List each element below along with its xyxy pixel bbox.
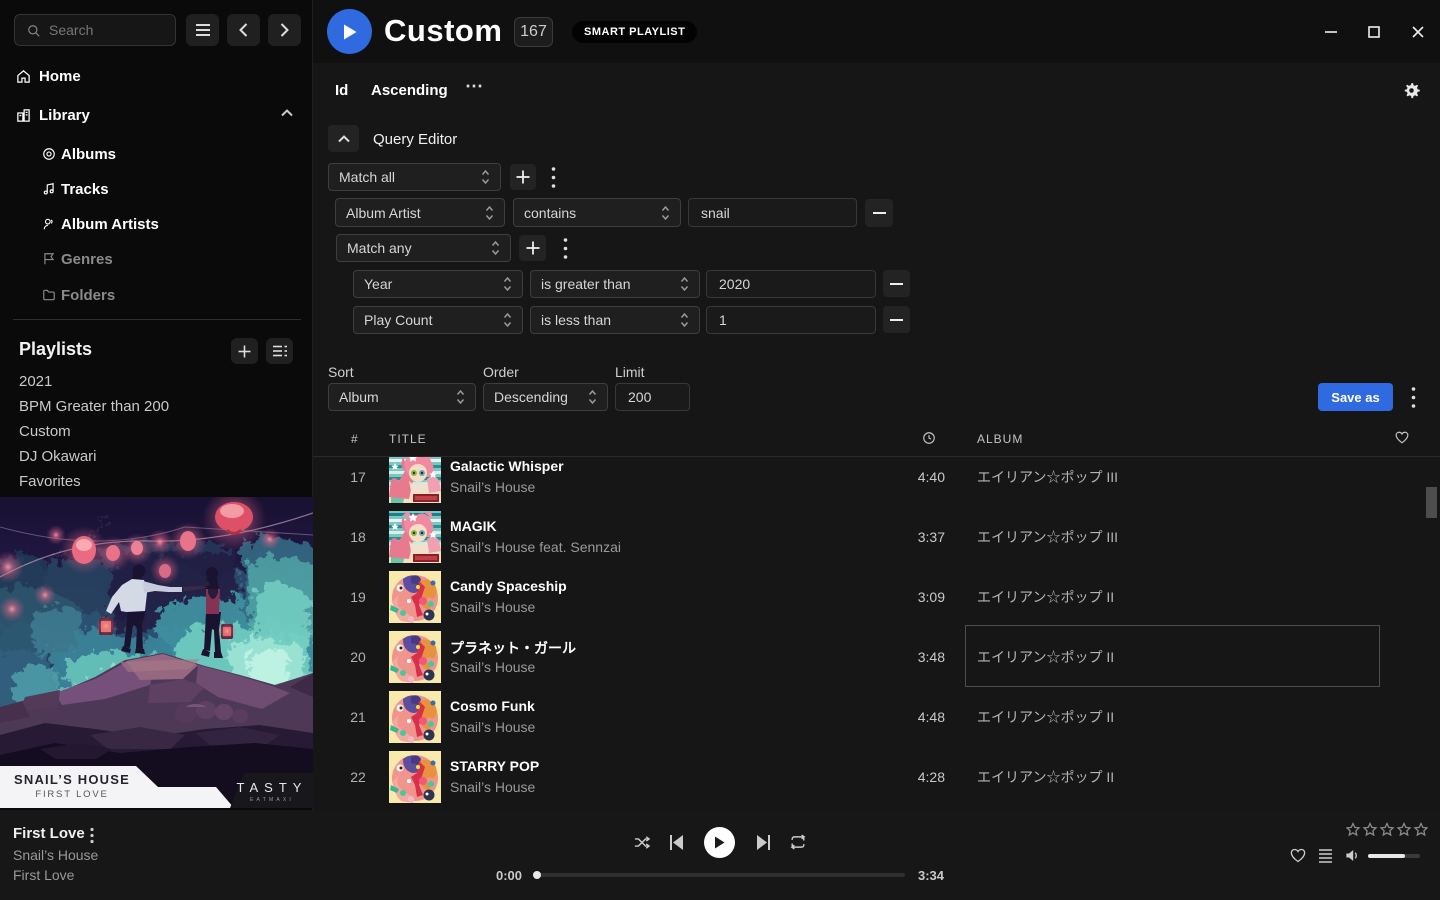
svg-text:FIRST LOVE: FIRST LOVE xyxy=(35,789,108,800)
svg-text:EATMAXI: EATMAXI xyxy=(250,797,294,803)
svg-text:TASTY: TASTY xyxy=(237,780,308,795)
svg-text:SNAIL’S HOUSE: SNAIL’S HOUSE xyxy=(14,772,130,787)
